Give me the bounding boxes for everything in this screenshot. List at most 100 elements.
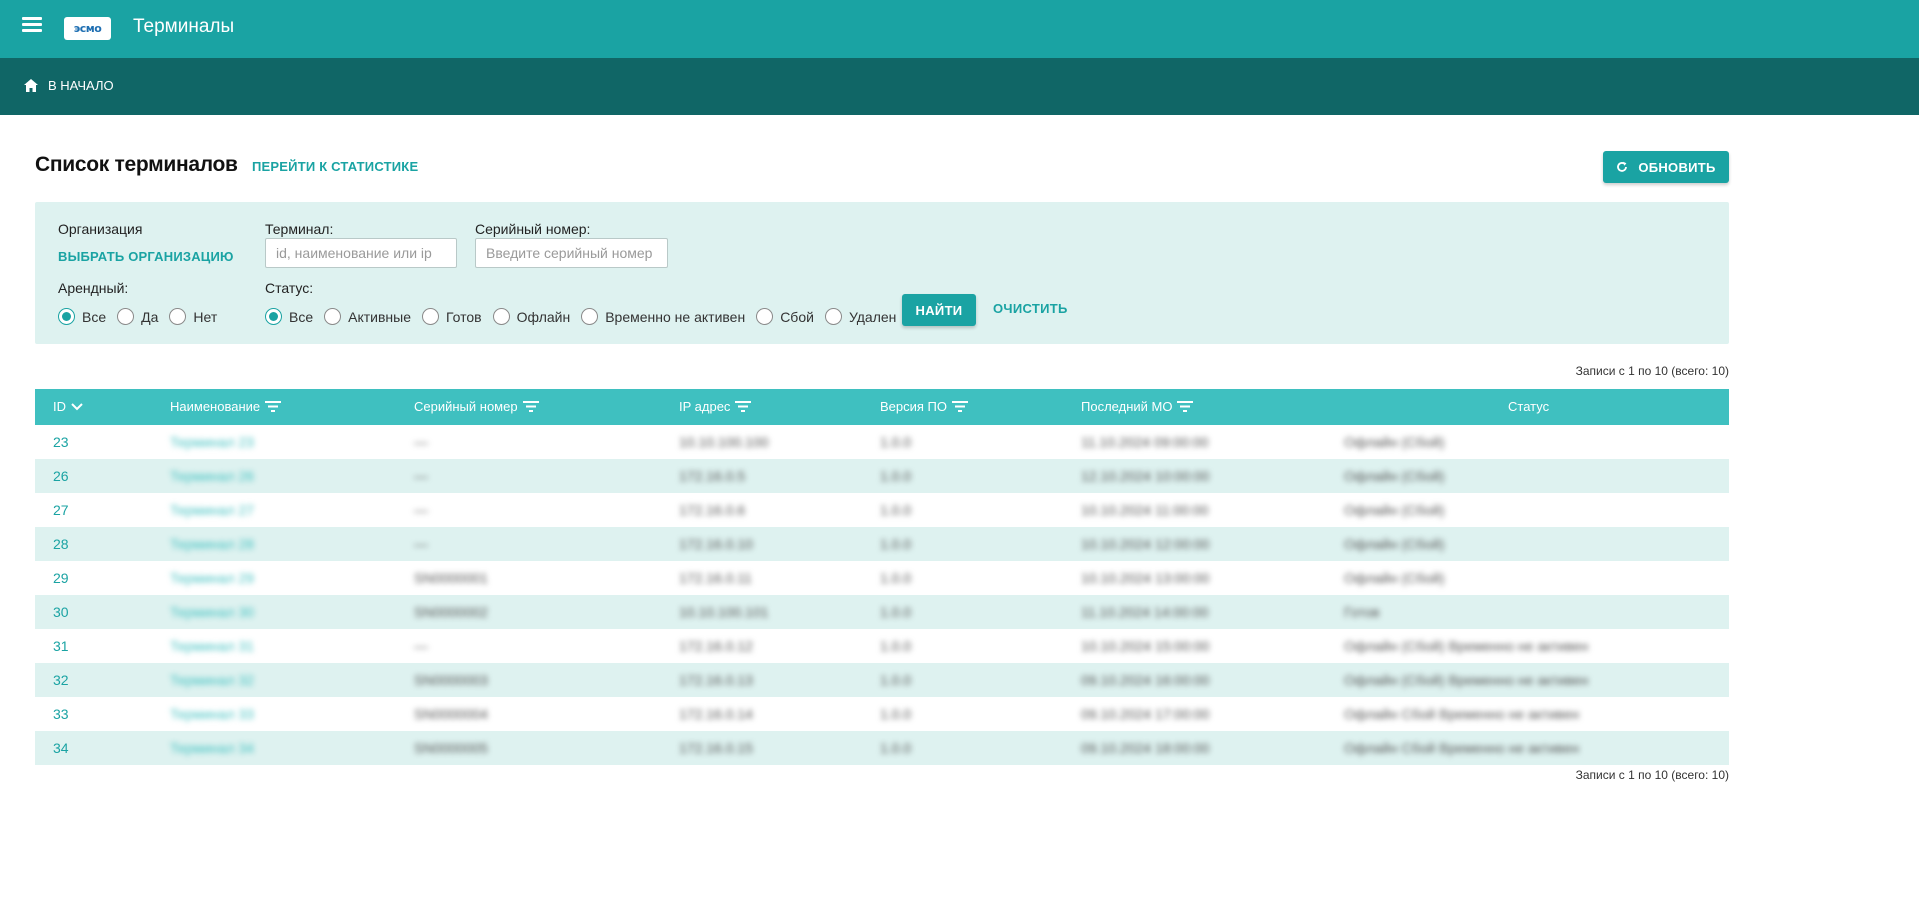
radio-unchecked-icon [117, 308, 135, 325]
table-header: ID Наименование Серийный номер IP адрес … [35, 389, 1729, 425]
hamburger-menu-icon[interactable] [22, 17, 42, 39]
row-serial: SN0000004 [414, 706, 488, 722]
row-id-link[interactable]: 33 [53, 706, 69, 722]
column-header-name[interactable]: Наименование [170, 399, 282, 414]
refresh-label: ОБНОВИТЬ [1638, 159, 1716, 175]
stats-link[interactable]: ПЕРЕЙТИ К СТАТИСТИКЕ [252, 159, 418, 174]
status-radio-ready[interactable]: Готов [422, 308, 482, 325]
row-ip: 172.16.0.15 [679, 740, 753, 756]
table-row[interactable]: 27 Терминал 27 — 172.16.0.6 1.0.0 10.10.… [35, 493, 1729, 527]
row-status: Офлайн (Сбой) [1344, 536, 1445, 552]
row-last-mo: 10.10.2024 12:00:00 [1081, 536, 1210, 552]
row-ip: 172.16.0.6 [679, 502, 746, 518]
column-header-status: Статус [1508, 399, 1550, 414]
row-name: Терминал 23 [170, 434, 254, 450]
row-version: 1.0.0 [880, 536, 912, 552]
refresh-button[interactable]: ОБНОВИТЬ [1603, 151, 1729, 183]
terminals-table: ID Наименование Серийный номер IP адрес … [35, 389, 1729, 765]
row-last-mo: 12.10.2024 10:00:00 [1081, 468, 1210, 484]
row-id-link[interactable]: 27 [53, 502, 69, 518]
row-last-mo: 10.10.2024 13:00:00 [1081, 570, 1210, 586]
column-header-serial[interactable]: Серийный номер [414, 399, 539, 414]
table-row[interactable]: 31 Терминал 31 — 172.16.0.12 1.0.0 10.10… [35, 629, 1729, 663]
status-radio-all[interactable]: Все [265, 308, 313, 325]
row-id-link[interactable]: 31 [53, 638, 69, 654]
column-header-id[interactable]: ID [53, 399, 83, 414]
row-id-link[interactable]: 34 [53, 740, 69, 756]
sort-desc-icon [71, 402, 83, 410]
table-row[interactable]: 34 Терминал 34 SN0000005 172.16.0.15 1.0… [35, 731, 1729, 765]
row-status: Офлайн (Сбой) Временно не активен [1344, 672, 1589, 688]
table-row[interactable]: 26 Терминал 26 — 172.16.0.5 1.0.0 12.10.… [35, 459, 1729, 493]
table-row[interactable]: 23 Терминал 23 — 10.10.100.100 1.0.0 11.… [35, 425, 1729, 459]
status-radio-deleted[interactable]: Удален [824, 308, 896, 325]
radio-unchecked-icon [324, 308, 342, 325]
rental-radio-all[interactable]: Все [58, 308, 106, 325]
app-title: Терминалы [133, 16, 235, 37]
terminal-search-input[interactable] [265, 238, 457, 268]
table-row[interactable]: 30 Терминал 30 SN0000002 10.10.100.101 1… [35, 595, 1729, 629]
column-header-version[interactable]: Версия ПО [880, 399, 968, 414]
row-version: 1.0.0 [880, 604, 912, 620]
row-status: Офлайн (Сбой) [1344, 502, 1445, 518]
row-last-mo: 11.10.2024 14:00:00 [1081, 604, 1209, 620]
column-header-ip[interactable]: IP адрес [679, 399, 752, 414]
table-row[interactable]: 29 Терминал 29 SN0000001 172.16.0.11 1.0… [35, 561, 1729, 595]
row-serial: — [414, 536, 428, 552]
status-radio-failure[interactable]: Сбой [756, 308, 814, 325]
row-last-mo: 10.10.2024 11:00:00 [1081, 502, 1209, 518]
refresh-icon [1617, 161, 1628, 172]
row-version: 1.0.0 [880, 638, 912, 654]
filter-icon [522, 401, 539, 412]
app-header: эсмо Терминалы [0, 0, 1919, 58]
table-row[interactable]: 33 Терминал 33 SN0000004 172.16.0.14 1.0… [35, 697, 1729, 731]
row-ip: 172.16.0.11 [679, 570, 752, 586]
rental-radio-no[interactable]: Нет [169, 308, 217, 325]
radio-unchecked-icon [824, 308, 842, 325]
row-serial: — [414, 434, 428, 450]
radio-unchecked-icon [756, 308, 774, 325]
row-version: 1.0.0 [880, 468, 912, 484]
row-id-link[interactable]: 28 [53, 536, 69, 552]
row-ip: 10.10.100.100 [679, 434, 769, 450]
row-last-mo: 09.10.2024 17:00:00 [1081, 706, 1210, 722]
row-id-link[interactable]: 32 [53, 672, 69, 688]
serial-label: Серийный номер: [475, 221, 591, 237]
row-id-link[interactable]: 30 [53, 604, 69, 620]
row-id-link[interactable]: 26 [53, 468, 69, 484]
table-row[interactable]: 28 Терминал 28 — 172.16.0.10 1.0.0 10.10… [35, 527, 1729, 561]
records-count-top: Записи с 1 по 10 (всего: 10) [1575, 364, 1729, 378]
serial-search-input[interactable] [475, 238, 668, 268]
row-status: Офлайн (Сбой) [1344, 468, 1445, 484]
row-last-mo: 11.10.2024 09:00:00 [1081, 434, 1209, 450]
row-ip: 172.16.0.10 [679, 536, 753, 552]
status-radio-active[interactable]: Активные [324, 308, 411, 325]
status-radio-temp-inactive[interactable]: Временно не активен [581, 308, 745, 325]
row-last-mo: 09.10.2024 18:00:00 [1081, 740, 1210, 756]
breadcrumb-home-link[interactable]: В НАЧАЛО [24, 78, 114, 93]
row-status: Офлайн Сбой Временно не активен [1344, 706, 1580, 722]
row-name: Терминал 34 [170, 740, 254, 756]
status-radio-group: Все Активные Готов Офлайн Временно не ак… [265, 308, 907, 325]
rental-radio-yes[interactable]: Да [117, 308, 158, 325]
row-serial: SN0000002 [414, 604, 488, 620]
row-last-mo: 09.10.2024 16:00:00 [1081, 672, 1210, 688]
status-radio-offline[interactable]: Офлайн [492, 308, 570, 325]
row-version: 1.0.0 [880, 740, 912, 756]
find-button[interactable]: НАЙТИ [902, 294, 976, 326]
row-serial: SN0000005 [414, 740, 488, 756]
row-serial: — [414, 468, 428, 484]
row-id-link[interactable]: 23 [53, 434, 69, 450]
breadcrumb-home-label: В НАЧАЛО [48, 78, 114, 93]
table-row[interactable]: 32 Терминал 32 SN0000003 172.16.0.13 1.0… [35, 663, 1729, 697]
clear-button[interactable]: ОЧИСТИТЬ [993, 301, 1068, 316]
status-label: Статус: [265, 280, 314, 296]
terminal-label: Терминал: [265, 221, 334, 237]
org-label: Организация [58, 221, 143, 237]
row-id-link[interactable]: 29 [53, 570, 69, 586]
column-header-last-mo[interactable]: Последний МО [1081, 399, 1194, 414]
select-org-link[interactable]: ВЫБРАТЬ ОРГАНИЗАЦИЮ [58, 249, 234, 264]
radio-checked-icon [265, 308, 282, 325]
breadcrumb-bar: В НАЧАЛО [0, 58, 1919, 115]
row-name: Терминал 28 [170, 536, 254, 552]
